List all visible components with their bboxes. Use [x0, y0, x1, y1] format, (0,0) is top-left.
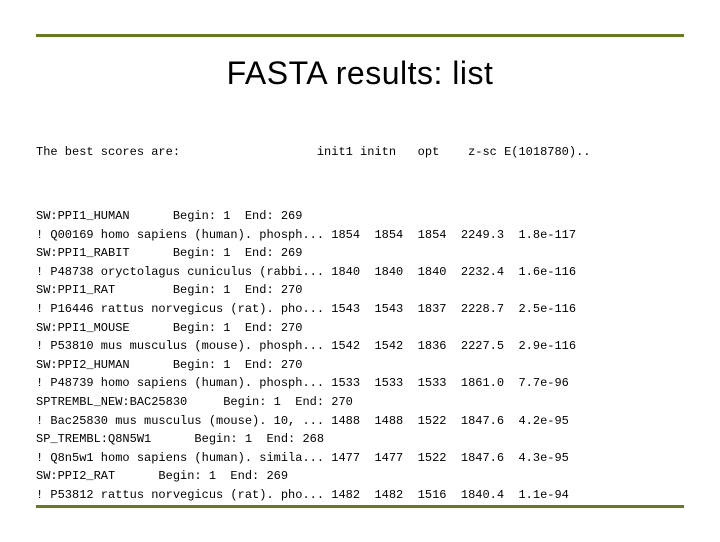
entry-data-line: ! P53812 rattus norvegicus (rat). pho...… [36, 486, 684, 505]
entry-data-line: ! Q8n5w1 homo sapiens (human). simila...… [36, 449, 684, 468]
entry-seq-line: SW:PPI2_HUMAN Begin: 1 End: 270 [36, 356, 684, 375]
bottom-rule [36, 505, 684, 508]
entry-seq-line: SPTREMBL_NEW:BAC25830 Begin: 1 End: 270 [36, 393, 684, 412]
entry-seq-line: SW:PPI1_RAT Begin: 1 End: 270 [36, 281, 684, 300]
results-block: The best scores are: init1 initn opt z-s… [36, 106, 684, 542]
entry-seq-line: SP_TREMBL:Q8N5W1 Begin: 1 End: 268 [36, 430, 684, 449]
slide-container: FASTA results: list The best scores are:… [0, 0, 720, 540]
entry-data-line: ! P16446 rattus norvegicus (rat). pho...… [36, 300, 684, 319]
scores-header: The best scores are: init1 initn opt z-s… [36, 143, 684, 162]
entry-data-line: ! Bac25830 mus musculus (mouse). 10, ...… [36, 412, 684, 431]
entry-data-line: ! P53810 mus musculus (mouse). phosph...… [36, 337, 684, 356]
entries-list: SW:PPI1_HUMAN Begin: 1 End: 269! Q00169 … [36, 207, 684, 505]
entry-data-line: ! P48738 oryctolagus cuniculus (rabbi...… [36, 263, 684, 282]
entry-seq-line: SW:PPI2_RAT Begin: 1 End: 269 [36, 467, 684, 486]
entry-seq-line: SW:PPI1_RABIT Begin: 1 End: 269 [36, 244, 684, 263]
entry-seq-line: SW:PPI1_HUMAN Begin: 1 End: 269 [36, 207, 684, 226]
entry-data-line: ! P48739 homo sapiens (human). phosph...… [36, 374, 684, 393]
slide-title: FASTA results: list [36, 55, 684, 92]
entry-seq-line: SW:PPI1_MOUSE Begin: 1 End: 270 [36, 319, 684, 338]
top-rule [36, 34, 684, 37]
entry-data-line: ! Q00169 homo sapiens (human). phosph...… [36, 226, 684, 245]
